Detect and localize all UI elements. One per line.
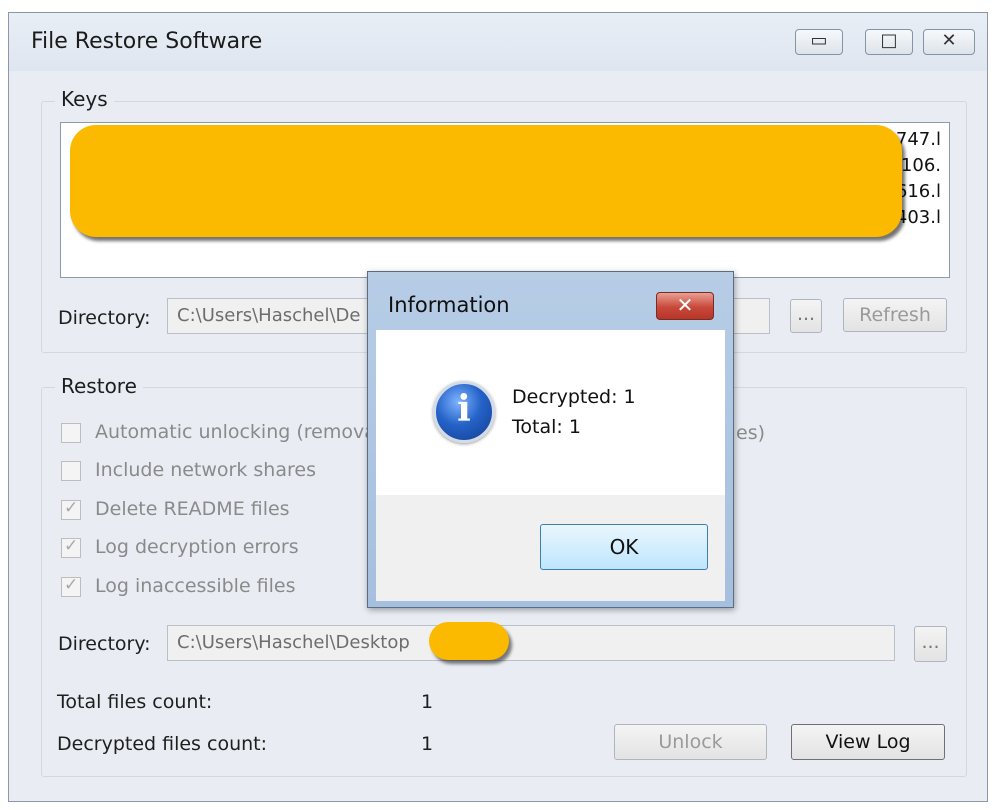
keys-list[interactable]: 747.l 7106. 616.l 403.l xyxy=(60,122,950,278)
checkbox-box[interactable] xyxy=(61,423,81,443)
checkbox-box[interactable] xyxy=(61,461,81,481)
redaction-overlay xyxy=(429,622,509,660)
maximize-button[interactable]: □ xyxy=(865,29,913,55)
keys-browse-button[interactable]: ... xyxy=(790,299,822,333)
window-title: File Restore Software xyxy=(31,29,263,54)
dialog-body: i Decrypted: 1 Total: 1 xyxy=(376,330,725,495)
dialog-message-total: Total: 1 xyxy=(512,416,581,438)
information-icon-glyph: i xyxy=(457,388,471,430)
maximize-icon: □ xyxy=(880,30,898,51)
information-icon: i xyxy=(433,381,495,443)
list-item[interactable]: 747.l xyxy=(896,129,941,150)
title-bar[interactable]: File Restore Software ▭ □ ✕ xyxy=(9,13,987,71)
total-files-value: 1 xyxy=(421,691,434,713)
dialog-title: Information xyxy=(388,293,510,317)
checkbox-label: Delete README files xyxy=(95,498,290,520)
checkbox-label: Automatic unlocking (remova xyxy=(95,421,376,443)
refresh-button[interactable]: Refresh xyxy=(843,298,947,332)
close-icon: ✕ xyxy=(676,293,694,317)
keys-legend: Keys xyxy=(55,87,114,111)
restore-browse-button[interactable]: ... xyxy=(914,626,947,662)
dialog-message-decrypted: Decrypted: 1 xyxy=(512,386,636,408)
view-log-button[interactable]: View Log xyxy=(791,724,945,760)
checkbox-box[interactable] xyxy=(61,536,81,558)
dialog-footer: OK xyxy=(376,495,725,601)
information-dialog: Information ✕ i Decrypted: 1 Total: 1 OK xyxy=(367,271,734,608)
redaction-overlay xyxy=(70,125,902,237)
total-files-label: Total files count: xyxy=(57,691,213,713)
ok-button[interactable]: OK xyxy=(540,524,708,570)
checkbox-label-tail: es) xyxy=(736,422,766,444)
close-button[interactable]: ✕ xyxy=(923,29,975,55)
minimize-icon: ▭ xyxy=(810,30,828,51)
list-item[interactable]: 403.l xyxy=(896,207,941,228)
list-item[interactable]: 616.l xyxy=(896,181,941,202)
minimize-button[interactable]: ▭ xyxy=(795,29,843,55)
checkbox-label: Log inaccessible files xyxy=(95,575,296,597)
dialog-close-button[interactable]: ✕ xyxy=(656,292,714,320)
decrypted-files-label: Decrypted files count: xyxy=(57,733,268,755)
restore-directory-field[interactable]: C:\Users\Haschel\Desktop xyxy=(167,625,895,661)
checkbox-box[interactable] xyxy=(61,575,81,597)
close-icon: ✕ xyxy=(941,30,957,51)
checkbox-box[interactable] xyxy=(61,498,81,520)
restore-legend: Restore xyxy=(55,374,143,398)
unlock-button[interactable]: Unlock xyxy=(614,724,767,760)
checkbox-label: Log decryption errors xyxy=(95,536,299,558)
restore-directory-label: Directory: xyxy=(58,633,151,655)
checkbox-label: Include network shares xyxy=(95,459,316,481)
decrypted-files-value: 1 xyxy=(421,733,434,755)
keys-directory-label: Directory: xyxy=(58,307,151,329)
